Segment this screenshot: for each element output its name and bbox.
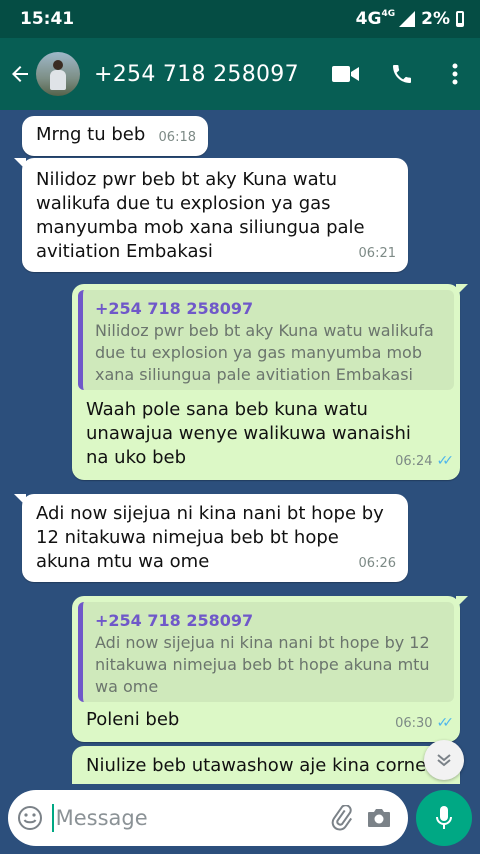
double-check-icon: ✓✓ [436,715,455,731]
status-bar: 15:41 4G4G 2% [0,0,480,38]
quoted-text: Adi now sijejua ni kina nani bt hope by … [95,633,430,696]
bubble-tail [456,596,468,608]
message-text: Adi now sijejua ni kina nani bt hope by … [36,503,384,572]
attach-button[interactable] [324,805,361,831]
text-cursor [51,804,54,832]
quoted-sender: +254 718 258097 [95,299,254,318]
message-input[interactable] [55,806,324,830]
bubble-tail [14,494,26,506]
double-check-icon: ✓✓ [436,453,455,469]
outgoing-message[interactable]: +254 718 258097 Nilidoz pwr beb bt aky K… [72,284,468,480]
camera-icon [368,809,391,827]
video-call-button[interactable] [318,38,374,110]
battery-icon [456,11,464,27]
message-text: Nilidoz pwr beb bt aky Kuna watu walikuf… [36,169,365,262]
battery-level: 2% [421,9,450,29]
chevron-down-icon [437,754,451,767]
incoming-message[interactable]: Nilidoz pwr beb bt aky Kuna watu walikuf… [14,158,408,272]
chat-header: +254 718 258097 [0,38,480,110]
bubble-tail [456,284,468,296]
camera-button[interactable] [361,807,398,829]
network-indicator: 4G4G [355,9,396,29]
chat-area[interactable]: Mrng tu beb 06:18 Nilidoz pwr beb bt aky… [0,110,480,784]
message-time: 06:24 ✓✓ [395,449,455,474]
emoji-icon [17,806,42,830]
outgoing-message[interactable]: Niulize beb utawashow aje kina corne [72,746,460,784]
more-options-button[interactable] [430,38,480,110]
phone-icon [393,65,411,83]
back-button[interactable] [0,38,40,110]
status-time: 15:41 [20,9,75,29]
message-time: 06:26 [358,556,396,571]
mic-icon [436,806,452,829]
back-arrow-icon [12,66,28,82]
message-time: 06:21 [358,246,396,261]
incoming-message[interactable]: Adi now sijejua ni kina nani bt hope by … [14,494,408,582]
scroll-to-bottom-button[interactable] [424,740,464,780]
message-text: Niulize beb utawashow aje kina corne [86,755,427,776]
video-call-icon [332,66,359,82]
message-time: 06:18 [158,130,196,145]
more-vert-icon [452,63,458,85]
voice-record-button[interactable] [416,790,472,846]
bubble-tail [14,158,26,170]
avatar[interactable] [36,52,80,96]
signal-icon [399,11,416,27]
voice-call-button[interactable] [374,38,430,110]
quoted-text: Nilidoz pwr beb bt aky Kuna watu walikuf… [95,321,434,384]
contact-name[interactable]: +254 718 258097 [94,62,318,87]
incoming-message[interactable]: Mrng tu beb 06:18 [22,116,208,156]
outgoing-message[interactable]: +254 718 258097 Adi now sijejua ni kina … [72,596,468,742]
quoted-message[interactable]: +254 718 258097 Nilidoz pwr beb bt aky K… [78,290,454,390]
message-time: 06:30 ✓✓ [395,711,455,736]
message-text: Poleni beb [86,709,180,730]
quoted-sender: +254 718 258097 [95,611,254,630]
quoted-message[interactable]: +254 718 258097 Adi now sijejua ni kina … [78,602,454,702]
emoji-button[interactable] [8,805,52,831]
attach-icon [331,805,353,831]
message-composer [8,790,408,846]
